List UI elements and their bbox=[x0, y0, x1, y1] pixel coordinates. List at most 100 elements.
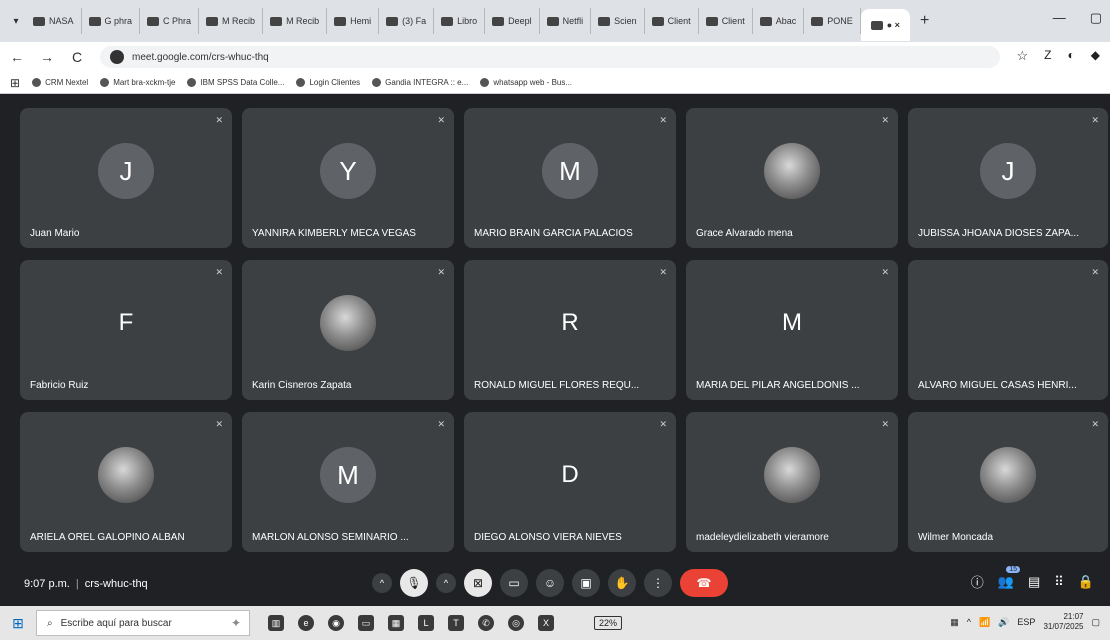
tab-search-icon[interactable]: ▾ bbox=[6, 16, 26, 27]
tray-overflow-icon[interactable]: ^ bbox=[967, 617, 971, 627]
participant-tile[interactable]: ✕ J JUBISSA JHOANA DIOSES ZAPA... bbox=[908, 108, 1108, 248]
host-controls-icon[interactable]: 🔒 bbox=[1078, 574, 1094, 590]
browser-tab[interactable]: Hemi bbox=[327, 8, 380, 34]
activities-icon[interactable]: ⠿ bbox=[1054, 574, 1064, 590]
windows-start-icon[interactable]: ⊞ bbox=[0, 615, 36, 632]
participant-tile[interactable]: ✕ J Juan Mario bbox=[20, 108, 232, 248]
participant-tile[interactable]: ✕ Karin Cisneros Zapata bbox=[242, 260, 454, 400]
google-favicon-icon bbox=[147, 16, 160, 26]
excel-icon[interactable]: X bbox=[538, 615, 554, 631]
store-icon[interactable]: ▦ bbox=[388, 615, 404, 631]
emoji-button[interactable]: ☺ bbox=[536, 569, 564, 597]
chrome-alt-icon[interactable]: ◎ bbox=[508, 615, 524, 631]
browser-tab[interactable]: M Recib bbox=[199, 8, 264, 34]
camera-off-button[interactable]: ⊠ bbox=[464, 569, 492, 597]
participant-tile[interactable]: ✕ M MARIO BRAIN GARCIA PALACIOS bbox=[464, 108, 676, 248]
meeting-info: 9:07 p.m. | crs-whuc-thq bbox=[24, 578, 148, 590]
participant-initial-avatar: J bbox=[980, 143, 1036, 199]
battery-indicator[interactable]: 22% bbox=[594, 616, 623, 630]
url-input[interactable]: meet.google.com/crs-whuc-thq bbox=[100, 46, 1000, 68]
bookmark-star-icon[interactable]: ☆ bbox=[1017, 48, 1029, 64]
maximize-icon[interactable]: ▢ bbox=[1090, 10, 1102, 26]
participant-tile[interactable]: ✕ madeleydielizabeth vieramore bbox=[686, 412, 898, 552]
bookmark-item[interactable]: whatsapp web - Bus... bbox=[480, 78, 572, 87]
url-text: meet.google.com/crs-whuc-thq bbox=[132, 51, 269, 63]
more-video-options-button[interactable]: ^ bbox=[436, 573, 456, 593]
task-view-icon[interactable]: ▥ bbox=[268, 615, 284, 631]
participant-tile[interactable]: ✕ R RONALD MIGUEL FLORES REQU... bbox=[464, 260, 676, 400]
participant-tile[interactable]: ✕ ALVARO MIGUEL CASAS HENRI... bbox=[908, 260, 1108, 400]
browser-tab[interactable]: Client bbox=[645, 8, 699, 34]
volume-icon[interactable]: 🔊 bbox=[998, 617, 1009, 628]
system-clock[interactable]: 21:07 31/07/2025 bbox=[1043, 612, 1083, 632]
keyboard-language[interactable]: ESP bbox=[1017, 617, 1035, 627]
more-options-button[interactable]: ⋮ bbox=[644, 569, 672, 597]
browser-tab[interactable]: Deepl bbox=[485, 8, 540, 34]
participant-tile[interactable]: ✕ M MARIA DEL PILAR ANGELDONIS ... bbox=[686, 260, 898, 400]
browser-tab[interactable]: Client bbox=[699, 8, 753, 34]
leave-call-button[interactable]: ☎ bbox=[680, 569, 728, 597]
profile-avatar[interactable]: Z bbox=[1044, 48, 1051, 64]
participant-initial-avatar: M bbox=[542, 143, 598, 199]
browser-tab[interactable]: PONE bbox=[804, 8, 861, 34]
bookmark-item[interactable]: Login Clientes bbox=[296, 78, 360, 87]
back-arrow-icon[interactable]: ← bbox=[10, 49, 24, 65]
browser-tab-strip: ▾ NASA G phra C Phra M Recib M Recib Hemi (3) … bbox=[0, 0, 1110, 42]
browser-tab[interactable]: NASA bbox=[26, 8, 82, 34]
browser-tab-label: Netfli bbox=[562, 16, 584, 26]
bookmark-favicon-icon bbox=[480, 78, 490, 87]
network-icon[interactable]: 📶 bbox=[979, 617, 990, 628]
site-info-icon[interactable] bbox=[110, 50, 124, 64]
edge-icon[interactable]: e bbox=[298, 615, 314, 631]
participant-tile[interactable]: ✕ F Fabricio Ruiz bbox=[20, 260, 232, 400]
participant-initial-avatar: M bbox=[320, 447, 376, 503]
present-button[interactable]: ▣ bbox=[572, 569, 600, 597]
new-tab-icon[interactable]: + bbox=[920, 12, 929, 30]
more-audio-options-button[interactable]: ^ bbox=[372, 573, 392, 593]
browser-tab[interactable]: M Recib bbox=[263, 8, 328, 34]
bookmark-item[interactable]: CRM Nextel bbox=[32, 78, 88, 87]
meeting-details-icon[interactable]: ⓘ bbox=[971, 572, 984, 591]
people-icon[interactable]: 👥 15 bbox=[998, 565, 1020, 590]
participant-name: madeleydielizabeth vieramore bbox=[696, 532, 829, 543]
participant-tile[interactable]: ✕ D DIEGO ALONSO VIERA NIEVES bbox=[464, 412, 676, 552]
participant-initial-avatar: J bbox=[98, 143, 154, 199]
mic-off-button[interactable]: 🎙 bbox=[400, 569, 428, 597]
extensions-puzzle-icon[interactable]: ◆ bbox=[1091, 48, 1100, 64]
participant-tile[interactable]: ✕ Y YANNIRA KIMBERLY MECA VEGAS bbox=[242, 108, 454, 248]
browser-tab[interactable]: C Phra bbox=[140, 8, 200, 34]
participant-tile[interactable]: ✕ Grace Alvarado mena bbox=[686, 108, 898, 248]
browser-tab[interactable]: G phra bbox=[82, 8, 141, 34]
browser-tab[interactable]: Netfli bbox=[540, 8, 592, 34]
app-l-icon[interactable]: L bbox=[418, 615, 434, 631]
apps-grid-icon[interactable]: ⊞ bbox=[10, 76, 20, 90]
minimize-icon[interactable]: — bbox=[1053, 10, 1066, 26]
participant-name: YANNIRA KIMBERLY MECA VEGAS bbox=[252, 228, 416, 239]
captions-button[interactable]: ▭ bbox=[500, 569, 528, 597]
notifications-icon[interactable]: ▢ bbox=[1091, 617, 1100, 628]
tray-app-icon[interactable]: ▦ bbox=[950, 617, 959, 628]
nasa-favicon-icon bbox=[33, 16, 45, 26]
reload-icon[interactable]: C bbox=[70, 49, 84, 65]
browser-tab[interactable]: Scien bbox=[591, 8, 645, 34]
participant-tile[interactable]: ✕ Wilmer Moncada bbox=[908, 412, 1108, 552]
bookmark-item[interactable]: IBM SPSS Data Colle... bbox=[187, 78, 284, 87]
teams-icon[interactable]: T bbox=[448, 615, 464, 631]
bookmark-item[interactable]: Mart bra-xckm-tje bbox=[100, 78, 175, 87]
forward-arrow-icon[interactable]: → bbox=[40, 49, 54, 65]
mic-muted-icon: ✕ bbox=[881, 419, 889, 429]
chat-icon[interactable]: ▤ bbox=[1028, 574, 1040, 590]
file-explorer-icon[interactable]: ▭ bbox=[358, 615, 374, 631]
bookmark-item[interactable]: Gandia INTEGRA :: e... bbox=[372, 78, 468, 87]
participant-tile[interactable]: ✕ ARIELA OREL GALOPINO ALBAN bbox=[20, 412, 232, 552]
tab-active-meet[interactable]: ● × bbox=[860, 9, 910, 41]
browser-tab[interactable]: Libro bbox=[434, 8, 486, 34]
participant-tile[interactable]: ✕ M MARLON ALONSO SEMINARIO ... bbox=[242, 412, 454, 552]
chrome-icon[interactable]: ◉ bbox=[328, 615, 344, 631]
browser-tab[interactable]: Abac bbox=[753, 8, 805, 34]
extension-icon[interactable]: ◐ bbox=[1068, 48, 1075, 64]
raise-hand-button[interactable]: ✋ bbox=[608, 569, 636, 597]
browser-tab[interactable]: (3) Fa bbox=[379, 8, 435, 34]
taskbar-search-input[interactable]: ⌕ Escribe aquí para buscar ✦ bbox=[36, 610, 250, 636]
whatsapp-icon[interactable]: ✆ bbox=[478, 615, 494, 631]
